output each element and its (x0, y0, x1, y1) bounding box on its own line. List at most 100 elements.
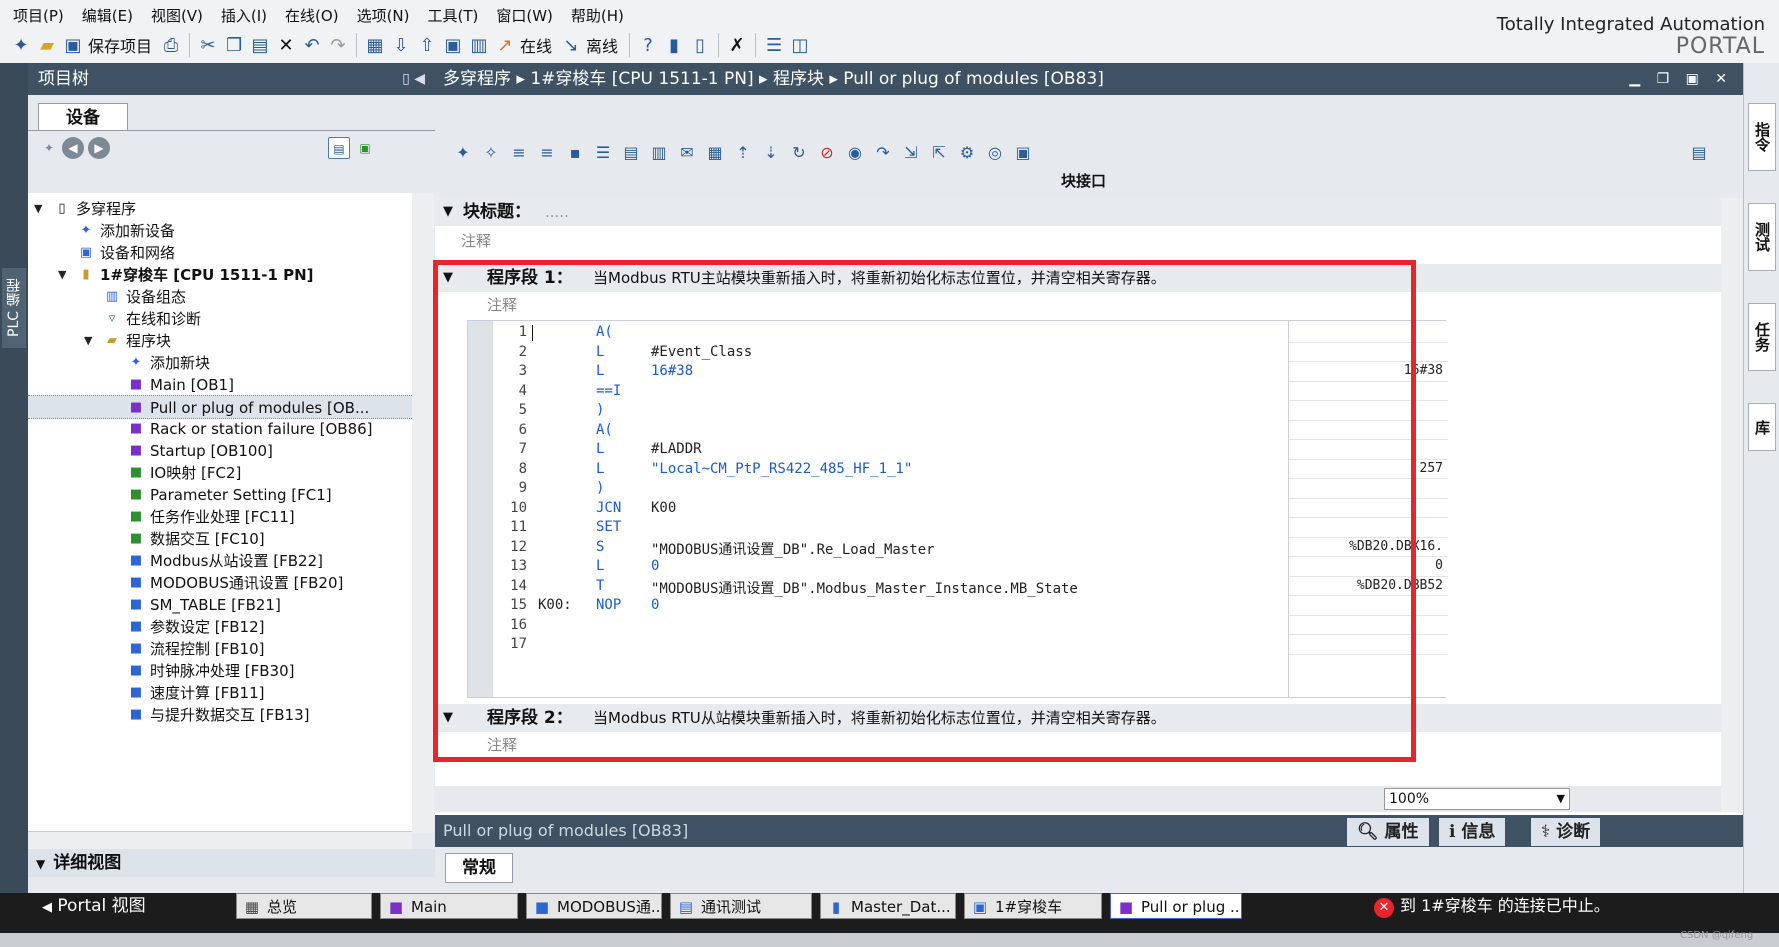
stop-cpu-icon[interactable]: ▯ (687, 32, 713, 58)
tree-options-icon[interactable]: ▣ (354, 137, 376, 159)
expand-arrow-icon[interactable]: ▼ (58, 263, 66, 287)
expand-arrow-icon[interactable]: ▼ (34, 197, 42, 221)
new-folder-icon[interactable]: ✦ (38, 137, 60, 159)
monitoring-on-off-icon[interactable]: ◎ (981, 140, 1009, 166)
expand-arrow-icon[interactable]: ▼ (84, 329, 92, 353)
tree-vertical-scrollbar[interactable] (412, 193, 434, 833)
taskbar-editor-tab[interactable]: ▮ Master_Dat... (820, 893, 956, 919)
upload-icon[interactable]: ⇧ (414, 32, 440, 58)
task-card-testing[interactable]: 测试 (1748, 203, 1776, 271)
accessible-devices-icon[interactable]: ▥ (466, 32, 492, 58)
chevron-down-icon[interactable]: ▼ (443, 264, 453, 292)
help-icon[interactable]: ? (635, 32, 661, 58)
menu-edit[interactable]: 编辑(E) (77, 6, 146, 26)
tree-item[interactable]: ■ SM_TABLE [FB21] (28, 593, 412, 617)
comments-toggle-icon[interactable]: ✉ (673, 140, 701, 166)
go-offline-button[interactable]: 离线 (584, 33, 624, 57)
close-all-networks-icon[interactable]: ▥ (645, 140, 673, 166)
tree-item[interactable]: ■ 时钟脉冲处理 [FB30] (28, 659, 412, 683)
cross-reference-icon[interactable]: ✗ (724, 32, 750, 58)
menu-project[interactable]: 项目(P) (8, 6, 77, 26)
menu-online[interactable]: 在线(O) (280, 6, 352, 26)
block-comment[interactable]: 注释 (461, 230, 491, 251)
portal-view-button[interactable]: ◀ Portal 视图 (42, 893, 146, 919)
go-online-button[interactable]: 在线 (518, 33, 558, 57)
delete-network-icon[interactable]: ✧ (477, 140, 505, 166)
menu-options[interactable]: 选项(N) (352, 6, 423, 26)
print-icon[interactable]: ⎙ (158, 32, 184, 58)
download-icon[interactable]: ⇩ (388, 32, 414, 58)
insert-row-icon[interactable]: ≡ (505, 140, 533, 166)
taskbar-editor-tab[interactable]: ■ Main (380, 893, 518, 919)
tree-item[interactable]: ■ IO映射 [FC2] (28, 461, 412, 485)
tab-devices[interactable]: 设备 (38, 103, 128, 131)
overview-toggle-icon[interactable]: ▤ (328, 137, 350, 159)
layout-icon[interactable]: ▤ (1685, 140, 1713, 166)
simulation-icon[interactable]: ▣ (440, 32, 466, 58)
tree-horizontal-scrollbar[interactable] (28, 831, 412, 851)
move-down-icon[interactable]: ⇣ (757, 140, 785, 166)
paste-icon[interactable]: ▤ (247, 32, 273, 58)
undo-icon[interactable]: ↶ (299, 32, 325, 58)
tree-item[interactable]: ■ Startup [OB100] (28, 439, 412, 463)
network-2-comment[interactable]: 注释 (487, 734, 517, 755)
block-title-value[interactable]: ..... (545, 198, 569, 226)
tree-item[interactable]: ■ Pull or plug of modules [OB... (28, 395, 412, 419)
tree-item[interactable]: ▥ 设备组态 (28, 285, 412, 309)
split-vertical-icon[interactable]: ◫ (787, 32, 813, 58)
taskbar-editor-tab[interactable]: ▤ 通讯测试 (670, 893, 812, 919)
tree-item[interactable]: ■ 流程控制 [FB10] (28, 637, 412, 661)
redo-icon[interactable]: ↷ (325, 32, 351, 58)
save-project-button[interactable]: 保存项目 (86, 33, 158, 57)
new-project-icon[interactable]: ✦ (8, 32, 34, 58)
network-1-description[interactable]: 当Modbus RTU主站模块重新插入时，将重新初始化标志位置位，并清空相关寄存… (593, 264, 1166, 292)
copy-icon[interactable]: ❐ (221, 32, 247, 58)
task-card-tasks[interactable]: 任务 (1748, 303, 1776, 371)
prev-error-icon[interactable]: ⇱ (925, 140, 953, 166)
taskbar-editor-tab[interactable]: ■ MODOBUS通... (526, 893, 662, 919)
tree-item[interactable]: ■ 与提升数据交互 [FB13] (28, 703, 412, 727)
diagnostics-icon[interactable]: ▣ (1009, 140, 1037, 166)
go-offline-icon[interactable]: ↘ (558, 32, 584, 58)
go-to-icon[interactable]: ↻ (785, 140, 813, 166)
breakpoint-icon[interactable]: ◉ (841, 140, 869, 166)
zoom-select[interactable]: 100% ▼ (1384, 788, 1570, 810)
absolute-operands-icon[interactable]: ▪ (561, 140, 589, 166)
menu-insert[interactable]: 插入(I) (216, 6, 280, 26)
tree-item[interactable]: ■ MODOBUS通讯设置 [FB20] (28, 571, 412, 595)
delete-icon[interactable]: ✕ (273, 32, 299, 58)
network-1-comment[interactable]: 注释 (487, 294, 517, 315)
menu-tools[interactable]: 工具(T) (423, 6, 492, 26)
window-controls[interactable]: ▁ ❐ ▣ ✕ (1629, 63, 1733, 95)
open-project-icon[interactable]: ▰ (34, 32, 60, 58)
tree-item[interactable]: ■ 速度计算 [FB11] (28, 681, 412, 705)
taskbar-editor-tab[interactable]: ▣ 1#穿梭车 (964, 893, 1102, 919)
move-up-icon[interactable]: ⇡ (729, 140, 757, 166)
networks-toggle-icon[interactable]: ☰ (589, 140, 617, 166)
tree-item[interactable]: ▼ ▰ 程序块 (28, 329, 412, 353)
menu-view[interactable]: 视图(V) (146, 6, 216, 26)
start-cpu-icon[interactable]: ▮ (661, 32, 687, 58)
tree-item[interactable]: ■ Modbus从站设置 [FB22] (28, 549, 412, 573)
taskbar-editor-tab[interactable]: ▦ 总览 (236, 893, 372, 919)
compile-icon[interactable]: ▦ (362, 32, 388, 58)
monitor-icon[interactable]: ⊘ (813, 140, 841, 166)
stl-code-box[interactable]: 16#38 257 %DB20.DBX16. 0 %DB20.DBB52 1 A(2 L #E… (467, 320, 1448, 698)
next-error-icon[interactable]: ⇲ (897, 140, 925, 166)
network-2-description[interactable]: 当Modbus RTU从站模块重新插入时，将重新初始化标志位置位，并清空相关寄存… (593, 704, 1166, 732)
chevron-down-icon[interactable]: ▼ (443, 198, 453, 226)
back-icon[interactable]: ◀ (62, 137, 84, 159)
compare-icon[interactable]: ⚙ (953, 140, 981, 166)
code-vertical-scrollbar[interactable] (1721, 198, 1743, 812)
tab-diagnostics[interactable]: ⚕ 诊断 (1531, 818, 1601, 846)
go-online-icon[interactable]: ↗ (492, 32, 518, 58)
open-all-networks-icon[interactable]: ▤ (617, 140, 645, 166)
tree-item[interactable]: ✦ 添加新设备 (28, 219, 412, 243)
tab-info[interactable]: ℹ 信息 (1439, 818, 1506, 846)
tree-item[interactable]: ✦ 添加新块 (28, 351, 412, 375)
detail-view-header[interactable]: ▼ 详细视图 (28, 849, 435, 877)
taskbar-editor-tab[interactable]: ■ Pull or plug ... (1110, 893, 1242, 919)
tab-general[interactable]: 常规 (445, 853, 513, 883)
split-horizontal-icon[interactable]: ☰ (761, 32, 787, 58)
favorites-icon[interactable]: ▦ (701, 140, 729, 166)
